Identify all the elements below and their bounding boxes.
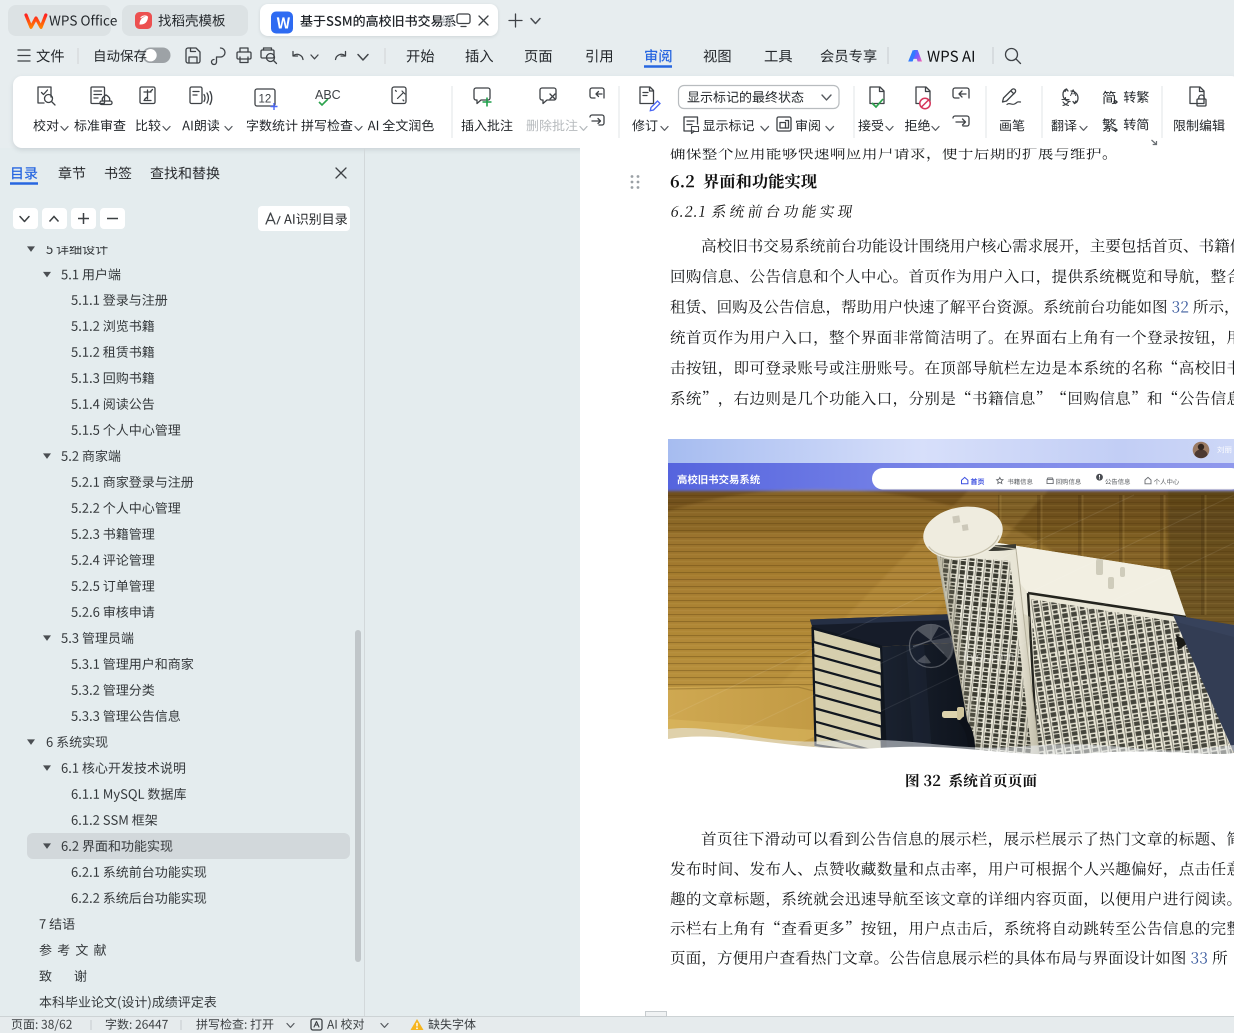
svg-text:12: 12: [259, 94, 272, 106]
svg-text:A: A: [1070, 88, 1077, 99]
